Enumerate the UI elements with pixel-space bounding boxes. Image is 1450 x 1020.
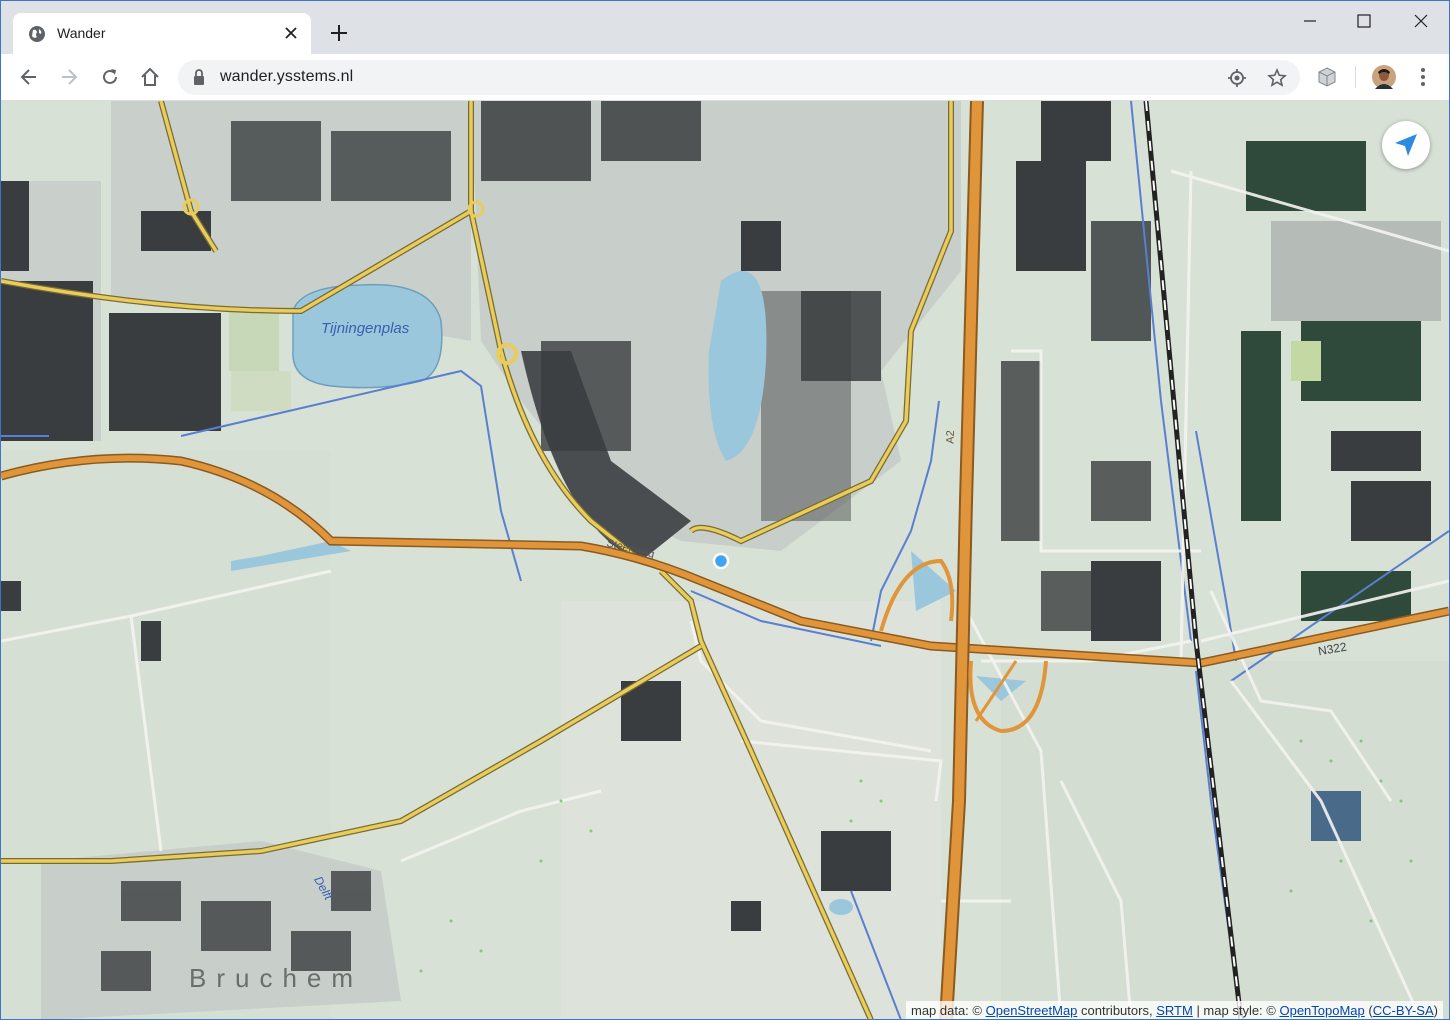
map-view[interactable]: Tijningenplas A2 N322 Steenweg Bruchem D… [1, 101, 1449, 1020]
tab-wander[interactable]: Wander [13, 13, 311, 54]
location-target-icon[interactable] [1227, 68, 1247, 88]
kebab-menu-icon[interactable] [1412, 66, 1434, 88]
license-link[interactable]: CC-BY-SA [1373, 1003, 1434, 1018]
address-bar[interactable]: wander.ysstems.nl [178, 60, 1300, 95]
reload-icon[interactable] [99, 66, 121, 88]
star-icon[interactable] [1267, 68, 1287, 88]
maximize-icon[interactable] [1352, 9, 1376, 33]
home-icon[interactable] [139, 66, 161, 88]
minimize-icon[interactable] [1298, 9, 1322, 33]
locate-button[interactable] [1382, 121, 1430, 169]
srtm-link[interactable]: SRTM [1156, 1003, 1193, 1018]
plus-icon[interactable] [329, 23, 349, 43]
town-label-bruchem: Bruchem [189, 963, 364, 993]
attribution-prefix: map data: © [910, 1003, 982, 1018]
lake-label: Tijningenplas [321, 320, 410, 337]
tab-title: Wander [57, 25, 106, 41]
arrow-left-icon[interactable] [18, 66, 40, 88]
arrow-right-icon[interactable] [58, 66, 80, 88]
browser-window: Wander wander.ysstems.nl Tijningenplas A… [0, 0, 1450, 1020]
cube-icon[interactable] [1316, 66, 1338, 88]
tab-strip: Wander [1, 1, 1449, 54]
browser-toolbar: wander.ysstems.nl [1, 54, 1449, 101]
map-attribution: map data: © OpenStreetMap contributors, … [905, 1001, 1443, 1019]
lock-icon[interactable] [192, 68, 206, 88]
globe-icon [29, 26, 45, 42]
url-text[interactable]: wander.ysstems.nl [220, 68, 353, 86]
current-location-marker[interactable] [712, 552, 730, 570]
road-label-a2: A2 [944, 430, 957, 444]
navigation-arrow-icon [1395, 134, 1417, 156]
close-icon[interactable] [1409, 9, 1433, 33]
openstreetmap-link[interactable]: OpenStreetMap [986, 1003, 1078, 1018]
avatar[interactable] [1372, 65, 1396, 89]
opentopomap-link[interactable]: OpenTopoMap [1279, 1003, 1364, 1018]
close-icon[interactable] [283, 25, 299, 41]
attribution-separator: | map style: © [1196, 1003, 1276, 1018]
toolbar-divider [1355, 66, 1356, 88]
map-canvas[interactable] [1, 101, 1449, 1020]
attribution-contributors: contributors, [1081, 1003, 1153, 1018]
